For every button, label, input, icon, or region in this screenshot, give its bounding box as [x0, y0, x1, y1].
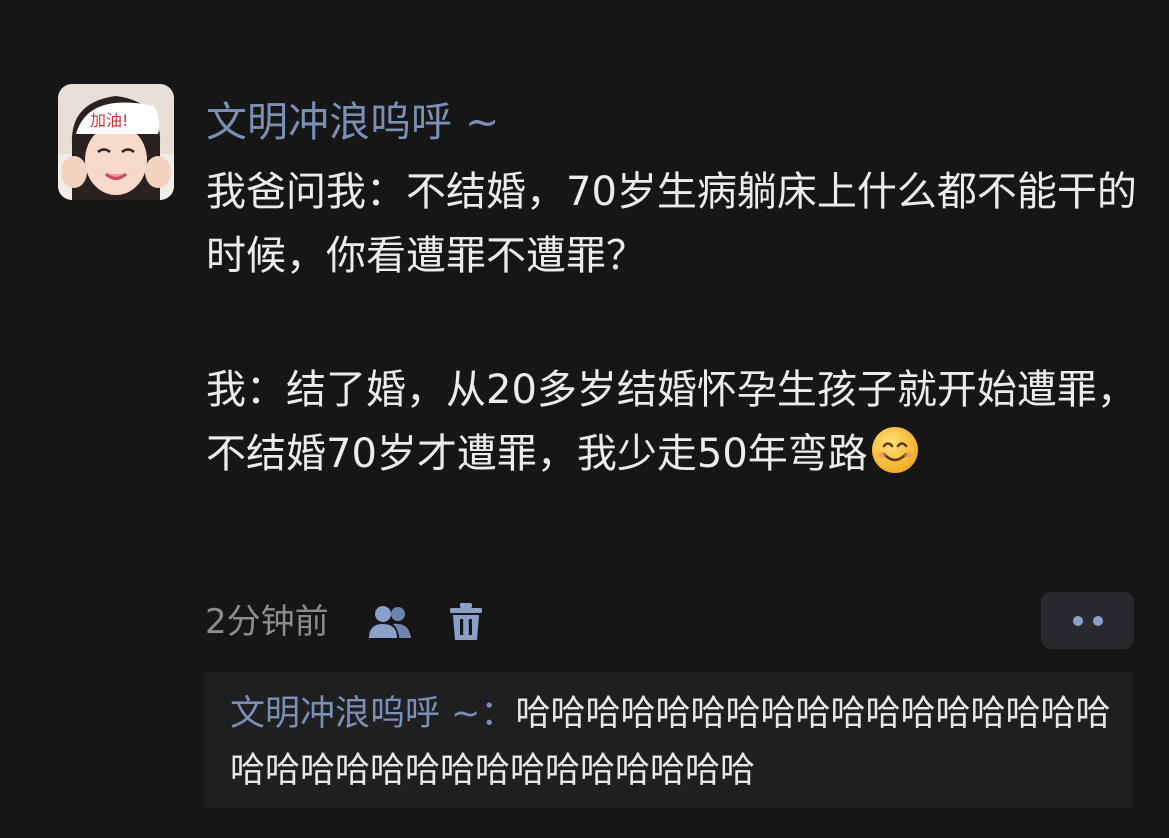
post-content: 我爸问我：不结婚，70岁生病躺床上什么都不能干的时候，你看遭罪不遭罪？ 我：结了…: [206, 160, 1151, 494]
comment-item[interactable]: 文明冲浪呜呼 ~：哈哈哈哈哈哈哈哈哈哈哈哈哈哈哈哈哈哈哈哈哈哈哈哈哈哈哈哈哈哈哈…: [230, 686, 1120, 800]
friends-visibility-icon[interactable]: [367, 602, 413, 642]
post-paragraph: 我爸问我：不结婚，70岁生病躺床上什么都不能干的时候，你看遭罪不遭罪？: [206, 169, 1137, 279]
more-dots-icon[interactable]: [1041, 592, 1134, 649]
post-paragraph: 我：结了婚，从20多岁结婚怀孕生孩子就开始遭罪，不结婚70岁才遭罪，我少走50年…: [206, 358, 1151, 494]
post-meta: 2分钟前: [205, 597, 483, 647]
post-time: 2分钟前: [205, 602, 329, 642]
comment-separator: ：: [480, 694, 516, 734]
trash-icon[interactable]: [449, 602, 483, 642]
post-author[interactable]: 文明冲浪呜呼 ~: [206, 94, 499, 150]
avatar-girl-icon: 加油!: [58, 84, 174, 200]
comment-author[interactable]: 文明冲浪呜呼 ~: [230, 694, 480, 734]
avatar[interactable]: 加油!: [58, 84, 174, 200]
comment-box: 文明冲浪呜呼 ~：哈哈哈哈哈哈哈哈哈哈哈哈哈哈哈哈哈哈哈哈哈哈哈哈哈哈哈哈哈哈哈…: [204, 672, 1134, 808]
smiling-face-icon: [870, 425, 920, 494]
dot: [1072, 615, 1083, 626]
dot: [1092, 615, 1103, 626]
svg-text:加油!: 加油!: [90, 111, 128, 130]
